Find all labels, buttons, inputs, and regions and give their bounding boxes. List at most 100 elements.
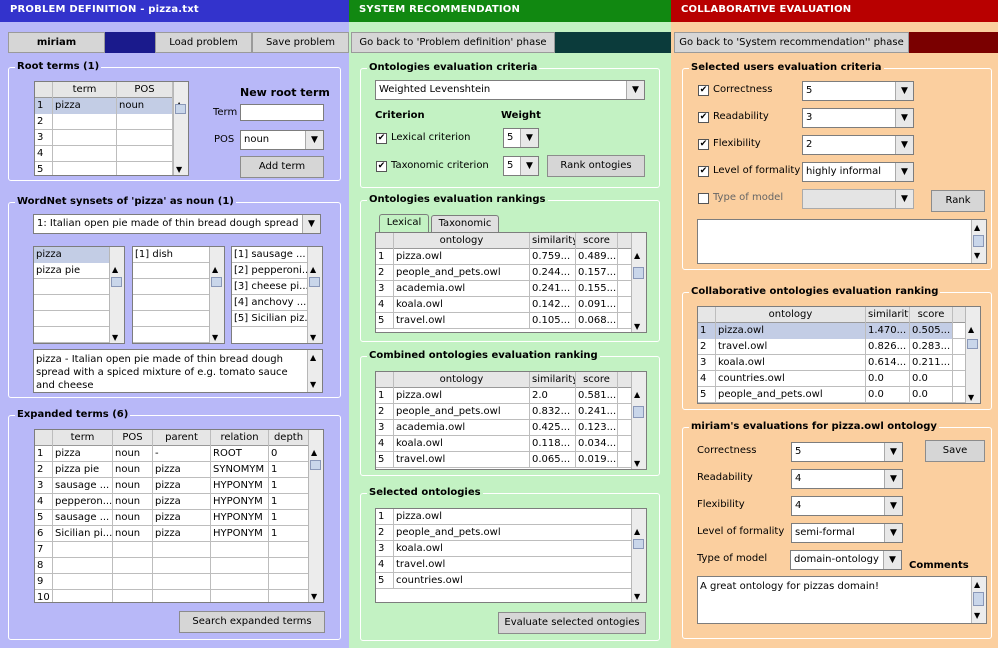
column-header[interactable]	[698, 307, 716, 323]
table-row[interactable]: 5 countries.owl	[376, 573, 633, 589]
criterion-checkbox[interactable]: ✔	[698, 85, 709, 96]
table-row[interactable]: 5	[35, 162, 173, 175]
comments-scrollbar[interactable]: ▲ ▼	[971, 577, 986, 623]
column-header[interactable]: term	[53, 82, 117, 98]
table-row[interactable]: 2 people_and_pets.owl 0.832... 0.241...	[376, 404, 631, 420]
table-row[interactable]: pizza pie	[34, 263, 110, 279]
selected-table[interactable]: 1 pizza.owl 2 people_and_pets.owl 3 koala.owl…	[375, 508, 647, 603]
column-header[interactable]: ontology	[394, 233, 530, 249]
evaluate-selected-button[interactable]: Evaluate selected ontogies	[498, 612, 646, 634]
table-row[interactable]	[133, 279, 210, 295]
criterion-select[interactable]: ▼	[802, 189, 914, 209]
table-row[interactable]: 1 pizza.owl 0.759... 0.489...	[376, 249, 631, 265]
tab-taxonomic[interactable]: Taxonomic	[431, 215, 499, 232]
combined-table[interactable]: ontology similarity score 1 pizza.owl 2.0 0.58…	[375, 371, 647, 470]
term-input[interactable]	[240, 104, 324, 121]
column-header[interactable]: similarity	[530, 372, 576, 388]
save-button[interactable]: Save	[925, 440, 985, 462]
table-row[interactable]: 2	[35, 114, 173, 130]
criterion-select[interactable]: 3 ▼	[802, 108, 914, 128]
table-row[interactable]: 3 sausage ... noun pizza HYPONYM 1	[35, 478, 309, 494]
table-scrollbar[interactable]: ▲▼	[307, 247, 322, 343]
collab-ranking-table[interactable]: ontology similarity score 1 pizza.owl 1.470..…	[697, 306, 981, 404]
table-row[interactable]	[133, 327, 210, 343]
table-row[interactable]: 5 sausage ... noun pizza HYPONYM 1	[35, 510, 309, 526]
synonym-table[interactable]: pizza pizza pie ▲ ▼	[33, 246, 125, 344]
column-header[interactable]: POS	[113, 430, 153, 446]
table-scrollbar[interactable]: ▲▼	[173, 82, 188, 175]
table-row[interactable]	[133, 263, 210, 279]
table-row[interactable]: pizza	[34, 247, 110, 263]
criterion-checkbox[interactable]	[698, 193, 709, 204]
column-header[interactable]: ontology	[394, 372, 530, 388]
table-scrollbar[interactable]: ▲▼	[631, 509, 646, 602]
hyponym-table[interactable]: [1] sausage ... [2] pepperoni... [3] chees…	[231, 246, 323, 344]
tab-lexical[interactable]: Lexical	[379, 214, 429, 232]
table-scrollbar[interactable]: ▲▼	[209, 247, 224, 343]
pos-select[interactable]: noun ▼	[240, 130, 324, 150]
scroll-thumb[interactable]	[967, 339, 978, 349]
table-row[interactable]: 2 travel.owl 0.826... 0.283...	[698, 339, 965, 355]
table-row[interactable]: 3 academia.owl 0.241... 0.155...	[376, 281, 631, 297]
criterion-checkbox[interactable]: ✔	[698, 139, 709, 150]
table-row[interactable]	[34, 327, 110, 343]
table-row[interactable]	[133, 311, 210, 327]
lexical-checkbox[interactable]: ✔	[376, 133, 387, 144]
table-scrollbar[interactable]: ▲▼	[109, 247, 124, 343]
hypernym-table[interactable]: [1] dish ▲ ▼	[132, 246, 225, 344]
table-row[interactable]: 3 koala.owl	[376, 541, 633, 557]
scroll-thumb[interactable]	[211, 277, 222, 287]
gloss-textarea[interactable]: pizza - Italian open pie made of thin br…	[33, 349, 323, 393]
column-header[interactable]: similarity	[866, 307, 910, 323]
table-row[interactable]: 4 travel.owl	[376, 557, 633, 573]
load-problem-button[interactable]: Load problem	[155, 32, 252, 53]
table-row[interactable]	[133, 295, 210, 311]
table-row[interactable]: 1 pizza noun - ROOT 0	[35, 446, 309, 462]
table-row[interactable]: 3 academia.owl 0.425... 0.123...	[376, 420, 631, 436]
table-row[interactable]: 5 travel.owl 0.065... 0.019...	[376, 452, 631, 468]
back-to-system-button[interactable]: Go back to 'System recommendation'' phas…	[674, 32, 909, 53]
table-row[interactable]: 4 pepperon... noun pizza HYPONYM 1	[35, 494, 309, 510]
table-row[interactable]: 9	[35, 574, 309, 590]
table-row[interactable]: 10	[35, 590, 309, 602]
table-row[interactable]	[34, 279, 110, 295]
table-row[interactable]: 1 pizza.owl 2.0 0.581...	[376, 388, 631, 404]
table-row[interactable]: 5 people_and_pets.owl 0.0 0.0	[698, 387, 965, 403]
table-row[interactable]	[34, 311, 110, 327]
table-row[interactable]	[34, 295, 110, 311]
table-row[interactable]: 4	[35, 146, 173, 162]
table-row[interactable]: 2 pizza pie noun pizza SYNOMYM 1	[35, 462, 309, 478]
search-expanded-terms-button[interactable]: Search expanded terms	[179, 611, 325, 633]
table-scrollbar[interactable]: ▲▼	[965, 307, 980, 403]
add-term-button[interactable]: Add term	[240, 156, 324, 178]
table-row[interactable]: 5 travel.owl 0.105... 0.068...	[376, 313, 631, 329]
column-header[interactable]: ontology	[716, 307, 866, 323]
table-row[interactable]: [4] anchovy ...	[232, 295, 308, 311]
table-row[interactable]: 2 people_and_pets.owl	[376, 525, 633, 541]
back-to-problem-button[interactable]: Go back to 'Problem definition' phase	[351, 32, 555, 53]
table-row[interactable]: [3] cheese pi...	[232, 279, 308, 295]
table-row[interactable]: 7	[35, 542, 309, 558]
root-terms-table[interactable]: termPOS1pizzanoun2345▲▼	[34, 81, 189, 176]
criterion-select[interactable]: 2 ▼	[802, 135, 914, 155]
criterion-checkbox[interactable]: ✔	[698, 112, 709, 123]
table-row[interactable]: [2] pepperoni...	[232, 263, 308, 279]
column-header[interactable]	[35, 430, 53, 446]
table-scrollbar[interactable]: ▲▼	[631, 233, 646, 332]
expanded-terms-table[interactable]: term POS parent relation depth 1 pizza noun - ROO…	[34, 429, 324, 603]
scroll-thumb[interactable]	[633, 406, 644, 418]
taxonomic-checkbox[interactable]: ✔	[376, 161, 387, 172]
table-row[interactable]: 3 koala.owl 0.614... 0.211...	[698, 355, 965, 371]
eval-select[interactable]: 4 ▼	[791, 469, 903, 489]
column-header[interactable]: parent	[153, 430, 211, 446]
table-row[interactable]: [5] Sicilian piz...	[232, 311, 308, 327]
column-header[interactable]: term	[53, 430, 113, 446]
scroll-thumb[interactable]	[973, 592, 984, 606]
table-row[interactable]: [1] dish	[133, 247, 210, 263]
criterion-select[interactable]: highly informal ▼	[802, 162, 914, 182]
lexical-weight-select[interactable]: 5 ▼	[503, 128, 539, 148]
table-scrollbar[interactable]: ▲▼	[308, 430, 323, 602]
scroll-thumb[interactable]	[309, 277, 320, 287]
column-header[interactable]: score	[910, 307, 953, 323]
criterion-select[interactable]: 5 ▼	[802, 81, 914, 101]
